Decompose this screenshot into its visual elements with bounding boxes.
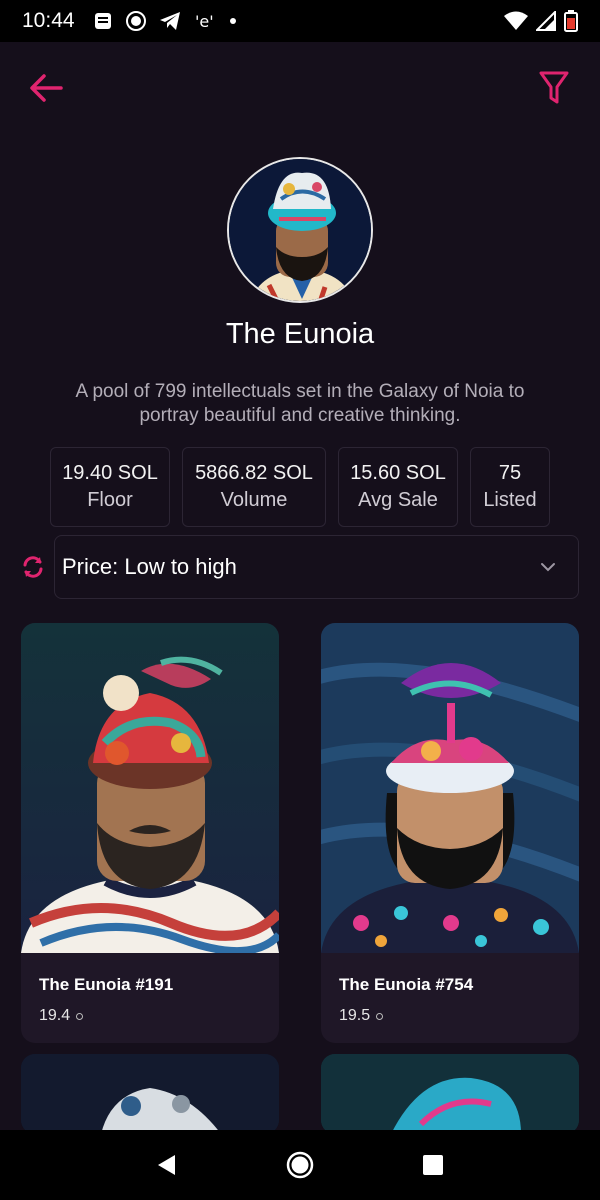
nft-image xyxy=(21,1054,279,1134)
filter-icon xyxy=(539,71,569,104)
home-circle-icon xyxy=(286,1151,314,1179)
messenger-icon xyxy=(125,10,147,32)
sol-icon xyxy=(76,1012,84,1020)
svg-text:'e': 'e' xyxy=(195,12,214,31)
nft-card-partial[interactable] xyxy=(321,1054,579,1134)
stat-volume: 5866.82 SOL Volume xyxy=(182,447,326,527)
chevron-down-icon xyxy=(538,557,558,577)
status-notification-icons: 'e' xyxy=(93,10,237,32)
collection-avatar xyxy=(227,157,373,303)
arrow-left-icon xyxy=(30,74,63,102)
nav-home-button[interactable] xyxy=(280,1145,320,1185)
sol-icon xyxy=(376,1012,384,1020)
nft-image xyxy=(21,623,279,953)
nft-image xyxy=(321,623,579,953)
sort-selected-label: Price: Low to high xyxy=(62,554,237,579)
refresh-button[interactable] xyxy=(20,554,46,580)
app-icon: 'e' xyxy=(193,11,217,31)
price-value: 19.4 xyxy=(39,1007,71,1024)
telegram-icon xyxy=(159,11,181,31)
stat-avg-sale: 15.60 SOL Avg Sale xyxy=(338,447,458,527)
status-time: 10:44 xyxy=(22,9,75,32)
nft-card-191[interactable]: The Eunoia #191 19.4 xyxy=(21,623,279,1043)
nav-recents-button[interactable] xyxy=(413,1145,453,1185)
price-value: 19.5 xyxy=(339,1007,371,1024)
stat-label: Floor xyxy=(87,489,133,511)
wifi-icon xyxy=(504,11,528,31)
nav-back-button[interactable] xyxy=(147,1145,187,1185)
dot-icon xyxy=(229,17,237,25)
stat-label: Listed xyxy=(483,489,537,511)
nft-price: 19.5 xyxy=(339,1007,384,1025)
stat-value: 19.40 SOL xyxy=(62,462,158,484)
nft-card-754[interactable]: The Eunoia #754 19.5 xyxy=(321,623,579,1043)
nft-name: The Eunoia #191 xyxy=(39,975,174,994)
status-bar: 10:44 'e' xyxy=(0,0,600,42)
back-triangle-icon xyxy=(157,1155,175,1175)
stat-value: 5866.82 SOL xyxy=(195,462,313,484)
nft-image xyxy=(321,1054,579,1134)
stat-label: Avg Sale xyxy=(358,489,438,511)
sort-dropdown[interactable]: Price: Low to high xyxy=(54,535,579,599)
back-button[interactable] xyxy=(26,68,66,108)
signal-icon xyxy=(536,11,556,31)
collection-title: The Eunoia xyxy=(225,318,375,350)
nft-card-partial[interactable] xyxy=(21,1054,279,1134)
filter-button[interactable] xyxy=(534,66,574,110)
system-nav-bar xyxy=(0,1130,600,1200)
battery-icon xyxy=(564,10,578,32)
collection-description: A pool of 799 intellectuals set in the G… xyxy=(75,381,525,426)
recents-square-icon xyxy=(423,1155,444,1175)
stat-value: 15.60 SOL xyxy=(350,462,446,484)
nft-price: 19.4 xyxy=(39,1007,84,1025)
refresh-icon xyxy=(23,556,43,578)
stat-listed: 75 Listed xyxy=(470,447,550,527)
status-system-icons xyxy=(504,10,578,32)
nft-name: The Eunoia #754 xyxy=(339,975,474,994)
notes-icon xyxy=(93,11,113,31)
stat-label: Volume xyxy=(220,489,288,511)
stat-value: 75 xyxy=(498,462,522,484)
stat-floor: 19.40 SOL Floor xyxy=(50,447,170,527)
